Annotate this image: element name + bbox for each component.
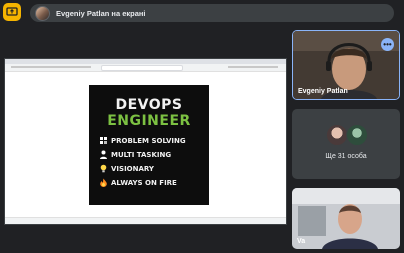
poster-title-line2: ENGINEER <box>107 113 191 129</box>
present-to-all-icon <box>6 7 18 16</box>
browser-status-bar <box>5 217 286 224</box>
address-bar <box>101 65 183 71</box>
participant-tile[interactable]: Va <box>292 188 400 249</box>
poster-item: ALWAYS ON FIRE <box>98 177 177 188</box>
poster-item: PROBLEM SOLVING <box>98 135 186 146</box>
toolbar-buttons <box>11 66 91 68</box>
tile-options-button[interactable]: ••• <box>381 38 394 51</box>
lightbulb-icon <box>98 164 108 174</box>
poster-item-label: VISIONARY <box>111 164 154 173</box>
poster-title-line1: DEVOPS <box>115 97 183 113</box>
presenter-avatar <box>35 5 50 21</box>
slide-canvas: DEVOPS ENGINEER PROBLEM SOLVING MULTI TA… <box>5 72 286 218</box>
presenting-text: Evgeniy Patlan на екрані <box>56 8 146 18</box>
puzzle-icon <box>98 136 108 146</box>
presenting-banner: Evgeniy Patlan на екрані <box>30 4 394 22</box>
poster-item: VISIONARY <box>98 163 154 174</box>
browser-toolbar <box>5 64 286 72</box>
poster-item: MULTI TASKING <box>98 149 171 160</box>
participant-name: Va <box>297 238 306 245</box>
participant-video <box>292 188 400 249</box>
shared-screen: DEVOPS ENGINEER PROBLEM SOLVING MULTI TA… <box>4 58 287 225</box>
toolbar-right-buttons <box>228 66 278 68</box>
fire-icon <box>98 178 108 188</box>
participant-tile-presenter[interactable]: ••• Evgeniy Patlan <box>292 30 400 100</box>
person-icon <box>98 150 108 160</box>
participant-avatar <box>326 124 348 146</box>
devops-poster: DEVOPS ENGINEER PROBLEM SOLVING MULTI TA… <box>89 85 209 205</box>
more-participants-tile[interactable]: Ще 31 особа <box>292 109 400 179</box>
more-options-icon: ••• <box>383 39 392 49</box>
present-button[interactable] <box>3 3 21 21</box>
top-bar: Evgeniy Patlan на екрані <box>0 0 404 26</box>
poster-item-label: MULTI TASKING <box>111 150 172 159</box>
poster-item-label: ALWAYS ON FIRE <box>111 178 177 187</box>
participant-avatar <box>346 124 368 146</box>
poster-item-label: PROBLEM SOLVING <box>111 136 186 145</box>
participant-name: Evgeniy Patlan <box>298 88 348 95</box>
more-participants-label: Ще 31 особа <box>325 153 367 160</box>
